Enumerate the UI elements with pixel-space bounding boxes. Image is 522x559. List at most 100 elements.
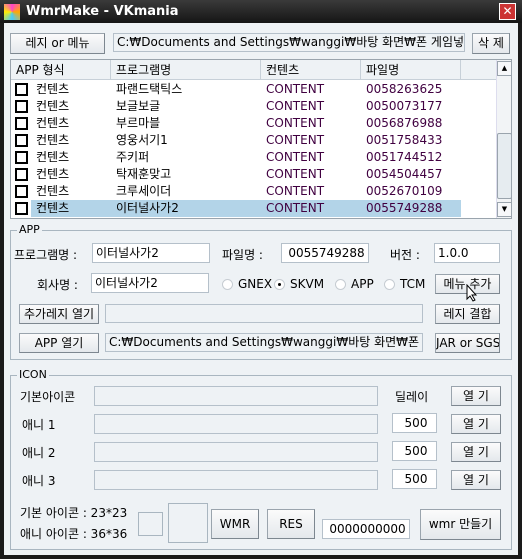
table-row[interactable]: 컨텐츠 주키퍼 CONTENT 0051744512 — [11, 149, 496, 166]
cell-app-type: 컨텐츠 — [36, 99, 70, 113]
app-icon — [4, 4, 20, 20]
row-checkbox[interactable] — [15, 151, 28, 164]
cell-content: CONTENT — [266, 184, 325, 198]
cell-program-name: 파랜드택틱스 — [116, 82, 183, 96]
open-icon-button[interactable]: 열 기 — [451, 470, 501, 490]
make-wmr-button[interactable]: wmr 만들기 — [420, 509, 501, 540]
radio-button[interactable] — [222, 279, 233, 290]
cell-app-type: 컨텐츠 — [31, 200, 111, 217]
table-row[interactable]: 컨텐츠 부르마블 CONTENT 0056876988 — [11, 115, 496, 132]
delete-button[interactable]: 삭 제 — [472, 33, 510, 54]
table-row[interactable]: 컨텐츠 영웅서기1 CONTENT 0051758433 — [11, 132, 496, 149]
cell-app-type: 컨텐츠 — [36, 116, 70, 130]
radio-label: GNEX — [238, 277, 273, 291]
scroll-thumb[interactable] — [497, 133, 511, 199]
radio-button[interactable] — [384, 279, 395, 290]
path-field[interactable]: C:₩Documents and Settings₩wanggi₩바탕 화면₩폰… — [113, 33, 465, 52]
cell-file-name: 0055749288 — [361, 200, 461, 217]
open-icon-button[interactable]: 열 기 — [451, 386, 501, 406]
row-checkbox[interactable] — [15, 100, 28, 113]
jar-or-sgs-button[interactable]: JAR or SGS — [435, 333, 500, 353]
window-title: WmrMake - VKmania — [26, 4, 179, 19]
code-input[interactable]: 0000000000 — [322, 519, 410, 539]
cell-content: CONTENT — [261, 200, 361, 217]
radio-button[interactable] — [274, 279, 285, 290]
open-icon-button[interactable]: 열 기 — [451, 414, 501, 434]
cell-content: CONTENT — [266, 150, 325, 164]
cell-content: CONTENT — [266, 133, 325, 147]
window: WmrMake - VKmania ✕ 레지 or 메뉴 C:₩Document… — [0, 0, 522, 559]
open-extra-reg-button[interactable]: 추가레지 열기 — [19, 304, 99, 324]
wmr-button[interactable]: WMR — [211, 509, 259, 539]
cell-app-type: 컨텐츠 — [36, 150, 70, 164]
icon-path-field[interactable] — [94, 414, 378, 434]
company-input[interactable]: 이터널사가2 — [91, 273, 209, 293]
res-button[interactable]: RES — [267, 509, 315, 539]
scroll-down-button[interactable]: ▼ — [497, 202, 511, 217]
icon-row-label: 애니 1 — [22, 418, 56, 432]
table-row[interactable]: 컨텐츠 크루세이더 CONTENT 0052670109 — [11, 183, 496, 200]
delay-input[interactable]: 500 — [392, 413, 437, 433]
basic-icon-preview — [138, 512, 163, 536]
title-bar: WmrMake - VKmania ✕ — [0, 0, 522, 23]
column-program-name[interactable]: 프로그램명 — [111, 60, 261, 80]
open-app-button[interactable]: APP 열기 — [19, 333, 99, 353]
row-checkbox[interactable] — [15, 83, 28, 96]
program-name-input[interactable]: 이터널사가2 — [92, 243, 210, 263]
row-checkbox[interactable] — [15, 168, 28, 181]
row-checkbox[interactable] — [15, 202, 28, 215]
app-list[interactable]: APP 형식 프로그램명 컨텐츠 파일명 컨텐츠 파랜드택틱스 CONTENT … — [10, 59, 512, 219]
radio-label: APP — [351, 277, 374, 291]
close-button[interactable]: ✕ — [499, 3, 516, 20]
version-input[interactable]: 1.0.0 — [434, 243, 500, 263]
basic-icon-size-label: 기본 아이콘 : 23*23 — [20, 506, 128, 520]
icon-path-field[interactable] — [94, 386, 378, 406]
icon-path-field[interactable] — [94, 470, 378, 490]
cell-file-name: 0051758433 — [366, 133, 443, 147]
column-file-name[interactable]: 파일명 — [361, 60, 461, 80]
cell-file-name: 0058263625 — [366, 82, 443, 96]
version-label: 버전 : — [390, 248, 420, 262]
delay-input[interactable]: 500 — [392, 441, 437, 461]
cell-file-name: 0052670109 — [366, 184, 443, 198]
extra-reg-path-field[interactable] — [105, 304, 423, 323]
list-scrollbar[interactable]: ▲ ▼ — [496, 60, 511, 218]
list-header: APP 형식 프로그램명 컨텐츠 파일명 — [11, 60, 496, 80]
app-group-label: APP — [17, 223, 42, 236]
delay-input[interactable]: 500 — [392, 469, 437, 489]
icon-path-field[interactable] — [94, 442, 378, 462]
cell-app-type: 컨텐츠 — [36, 82, 70, 96]
cell-app-type: 컨텐츠 — [36, 133, 70, 147]
radio-label: SKVM — [290, 277, 325, 291]
cell-app-type: 컨텐츠 — [36, 184, 70, 198]
table-row[interactable]: 컨텐츠 이터널사가2 CONTENT 0055749288 — [11, 200, 496, 217]
cell-file-name: 0051744512 — [366, 150, 443, 164]
row-checkbox[interactable] — [15, 134, 28, 147]
table-row[interactable]: 컨텐츠 파랜드택틱스 CONTENT 0058263625 — [11, 81, 496, 98]
cell-file-name: 0050073177 — [366, 99, 443, 113]
column-content[interactable]: 컨텐츠 — [261, 60, 361, 80]
cell-content: CONTENT — [266, 82, 325, 96]
reg-combine-button[interactable]: 레지 결합 — [435, 304, 500, 324]
table-row[interactable]: 컨텐츠 보글보글 CONTENT 0050073177 — [11, 98, 496, 115]
row-checkbox[interactable] — [15, 117, 28, 130]
reg-or-menu-button[interactable]: 레지 or 메뉴 — [10, 33, 105, 54]
app-path-field[interactable]: C:₩Documents and Settings₩wanggi₩바탕 화면₩폰… — [105, 333, 423, 352]
client-area: 레지 or 메뉴 C:₩Documents and Settings₩wangg… — [4, 23, 518, 555]
scroll-up-button[interactable]: ▲ — [497, 61, 511, 76]
radio-button[interactable] — [335, 279, 346, 290]
column-app-type[interactable]: APP 형식 — [11, 60, 111, 80]
file-name-input[interactable]: 0055749288 — [281, 243, 369, 263]
cell-content: CONTENT — [266, 116, 325, 130]
company-label: 회사명 : — [37, 278, 78, 292]
cell-program-name: 탁재훈맞고 — [116, 167, 172, 181]
icon-row-label: 애니 2 — [22, 446, 56, 460]
open-icon-button[interactable]: 열 기 — [451, 442, 501, 462]
cell-program-name: 영웅서기1 — [116, 133, 168, 147]
delay-label: 딜레이 — [395, 390, 429, 404]
program-name-label: 프로그램명 : — [14, 248, 78, 262]
table-row[interactable]: 컨텐츠 탁재훈맞고 CONTENT 0054504457 — [11, 166, 496, 183]
row-checkbox[interactable] — [15, 185, 28, 198]
icon-row-label: 애니 3 — [22, 474, 56, 488]
radio-label: TCM — [400, 277, 426, 291]
